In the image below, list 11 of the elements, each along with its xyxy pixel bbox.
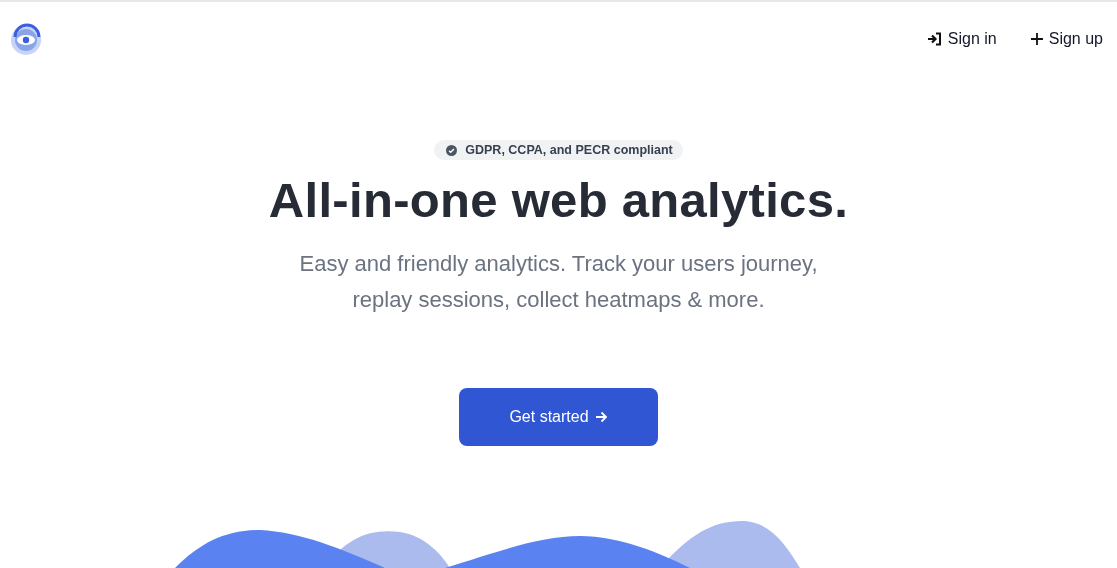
nav-link[interactable]: Sign in (926, 30, 997, 48)
plus-icon (1030, 33, 1043, 45)
arrow-right-icon (594, 411, 608, 423)
check-circle-icon (446, 144, 458, 156)
hero-title: All-in-one web analytics. (268, 172, 849, 228)
get-started-button[interactable]: Get started (459, 388, 658, 446)
nav-link[interactable]: Sign up (1030, 30, 1103, 48)
sign-in-icon (926, 32, 942, 46)
logo-icon[interactable] (10, 22, 43, 56)
hero-subtitle: Easy and friendly analytics. Track your users journey, replay sessions, collect heatmaps & more. (298, 250, 819, 314)
compliance-badge: GDPR, CCPA, and PECR compliant (434, 140, 683, 160)
